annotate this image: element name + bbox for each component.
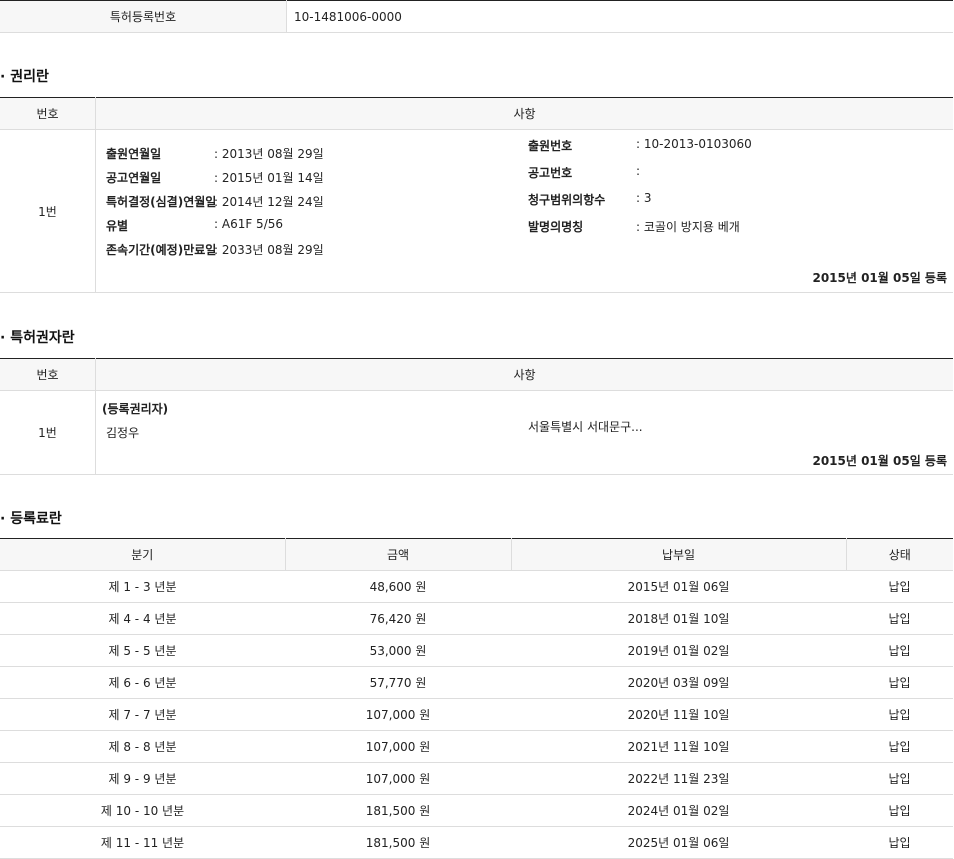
holder-col-detail: 사항 — [95, 358, 953, 391]
fee-period-cell: 제 5 - 5 년분 — [0, 634, 285, 667]
holder-section-title: · 특허권자란 — [0, 330, 75, 346]
rights-item-value: : 코골이 방지용 베개 — [636, 220, 740, 234]
fee-paid-date-cell: 2022년 11월 23일 — [511, 762, 846, 795]
fee-row: 제 7 - 7 년분 107,000 원 2020년 11월 10일 납입 — [0, 698, 953, 731]
fee-row: 제 5 - 5 년분 53,000 원 2019년 01월 02일 납입 — [0, 634, 953, 667]
fee-period-cell: 제 10 - 10 년분 — [0, 794, 285, 827]
fee-amount-cell: 107,000 원 — [285, 698, 511, 731]
fee-status-cell: 납입 — [846, 794, 953, 827]
rights-col-detail: 사항 — [95, 97, 953, 130]
rights-item-value: : 2015년 01월 14일 — [214, 171, 324, 185]
rights-reg-date: 2015년 01월 05일 등록 — [812, 271, 947, 285]
fee-row: 제 8 - 8 년분 107,000 원 2021년 11월 10일 납입 — [0, 730, 953, 763]
rights-item-key: 출원연월일 — [106, 147, 162, 161]
rights-item-value: : 10-2013-0103060 — [636, 137, 752, 151]
rights-detail: 출원연월일 : 2013년 08월 29일공고연월일 : 2015년 01월 14일… — [96, 130, 953, 292]
holder-detail-cell: (등록권리자) 김정우 서울특별시 서대문구... 2015년 01월 05일 … — [95, 390, 953, 475]
fee-amount-cell: 181,500 원 — [285, 826, 511, 859]
fee-header-amount: 금액 — [285, 538, 512, 571]
fee-header-period: 분기 — [0, 538, 286, 571]
rights-row-no: 1번 — [0, 129, 96, 293]
fee-amount-cell: 48,600 원 — [285, 570, 511, 603]
fee-paid-date-cell: 2015년 01월 06일 — [511, 570, 846, 603]
fee-header-paid-date: 납부일 — [511, 538, 847, 571]
rights-item-value: : 2033년 08월 29일 — [214, 243, 324, 257]
patent-number-label: 특허등록번호 — [0, 0, 287, 33]
fee-table: 분기 금액 납부일 상태 제 1 - 3 년분 48,600 원 2015년 01월… — [0, 538, 953, 859]
fee-row: 제 11 - 11 년분 181,500 원 2025년 01월 06일 납입 — [0, 826, 953, 859]
fee-period-cell: 제 4 - 4 년분 — [0, 602, 285, 635]
patent-number-table: 특허등록번호 10-1481006-0000 — [0, 0, 953, 33]
fee-status-cell: 납입 — [846, 634, 953, 667]
fee-status-cell: 납입 — [846, 666, 953, 699]
rights-item-key: 공고연월일 — [106, 171, 162, 185]
fee-paid-date-cell: 2025년 01월 06일 — [511, 826, 846, 859]
rights-item-key: 공고번호 — [528, 166, 573, 180]
fee-amount-cell: 53,000 원 — [285, 634, 511, 667]
rights-item-key: 유별 — [106, 219, 129, 233]
rights-item-key: 청구범위의항수 — [528, 193, 606, 207]
rights-item-value: : A61F 5/56 — [214, 217, 283, 231]
rights-table: 번호 사항 1번 출원연월일: 2013년 08월 29일 공고연월일: 2015… — [0, 97, 953, 293]
fee-status-cell: 납입 — [846, 570, 953, 603]
rights-item-key: 발명의명칭 — [528, 220, 584, 234]
holder-col-no: 번호 — [0, 358, 96, 391]
rights-col-no: 번호 — [0, 97, 96, 130]
fee-header-status: 상태 — [846, 538, 953, 571]
fee-amount-cell: 57,770 원 — [285, 666, 511, 699]
fee-status-cell: 납입 — [846, 602, 953, 635]
rights-item-value: : — [636, 164, 641, 178]
rights-item-key: 존속기간(예정)만료일 — [106, 243, 217, 257]
fee-paid-date-cell: 2019년 01월 02일 — [511, 634, 846, 667]
holder-role: (등록권리자) — [102, 402, 169, 416]
fee-row: 제 6 - 6 년분 57,770 원 2020년 03월 09일 납입 — [0, 666, 953, 699]
holder-row-no: 1번 — [0, 390, 96, 475]
fee-period-cell: 제 9 - 9 년분 — [0, 762, 285, 795]
fee-row: 제 9 - 9 년분 107,000 원 2022년 11월 23일 납입 — [0, 762, 953, 795]
fee-body: 제 1 - 3 년분 48,600 원 2015년 01월 06일 납입 제 4 - 4… — [0, 570, 953, 859]
holder-name: 김정우 — [106, 426, 140, 440]
holder-reg-date: 2015년 01월 05일 등록 — [812, 454, 947, 468]
fee-row: 제 1 - 3 년분 48,600 원 2015년 01월 06일 납입 — [0, 570, 953, 603]
patent-number-value: 10-1481006-0000 — [294, 9, 402, 24]
fee-paid-date-cell: 2020년 03월 09일 — [511, 666, 846, 699]
rights-detail-cell: 출원연월일 : 2013년 08월 29일공고연월일 : 2015년 01월 14일… — [95, 129, 953, 293]
rights-section-title: · 권리란 — [0, 69, 49, 85]
fee-row: 제 4 - 4 년분 76,420 원 2018년 01월 10일 납입 — [0, 602, 953, 635]
holder-table: 번호 사항 1번 (등록권리자) 김정우 서울특별시 서대문구... 2015년… — [0, 358, 953, 475]
fee-row: 제 10 - 10 년분 181,500 원 2024년 01월 02일 납입 — [0, 794, 953, 827]
fee-period-cell: 제 8 - 8 년분 — [0, 730, 285, 763]
fee-status-cell: 납입 — [846, 698, 953, 731]
fee-section-title: · 등록료란 — [0, 511, 62, 527]
holder-detail: (등록권리자) 김정우 서울특별시 서대문구... 2015년 01월 05일 … — [96, 391, 953, 474]
rights-item-value: : 3 — [636, 191, 652, 205]
fee-status-cell: 납입 — [846, 762, 953, 795]
fee-period-cell: 제 1 - 3 년분 — [0, 570, 285, 603]
fee-amount-cell: 181,500 원 — [285, 794, 511, 827]
fee-paid-date-cell: 2018년 01월 10일 — [511, 602, 846, 635]
fee-paid-date-cell: 2020년 11월 10일 — [511, 698, 846, 731]
fee-status-cell: 납입 — [846, 730, 953, 763]
fee-period-cell: 제 6 - 6 년분 — [0, 666, 285, 699]
rights-item-key: 특허결정(심결)연월일 — [106, 195, 217, 209]
fee-amount-cell: 76,420 원 — [285, 602, 511, 635]
fee-amount-cell: 107,000 원 — [285, 762, 511, 795]
fee-period-cell: 제 7 - 7 년분 — [0, 698, 285, 731]
fee-period-cell: 제 11 - 11 년분 — [0, 826, 285, 859]
holder-address: 서울특별시 서대문구... — [528, 420, 643, 434]
rights-item-value: : 2013년 08월 29일 — [214, 147, 324, 161]
fee-status-cell: 납입 — [846, 826, 953, 859]
fee-paid-date-cell: 2024년 01월 02일 — [511, 794, 846, 827]
rights-item-value: : 2014년 12월 24일 — [214, 195, 324, 209]
fee-paid-date-cell: 2021년 11월 10일 — [511, 730, 846, 763]
rights-item-key: 출원번호 — [528, 139, 573, 153]
fee-amount-cell: 107,000 원 — [285, 730, 511, 763]
